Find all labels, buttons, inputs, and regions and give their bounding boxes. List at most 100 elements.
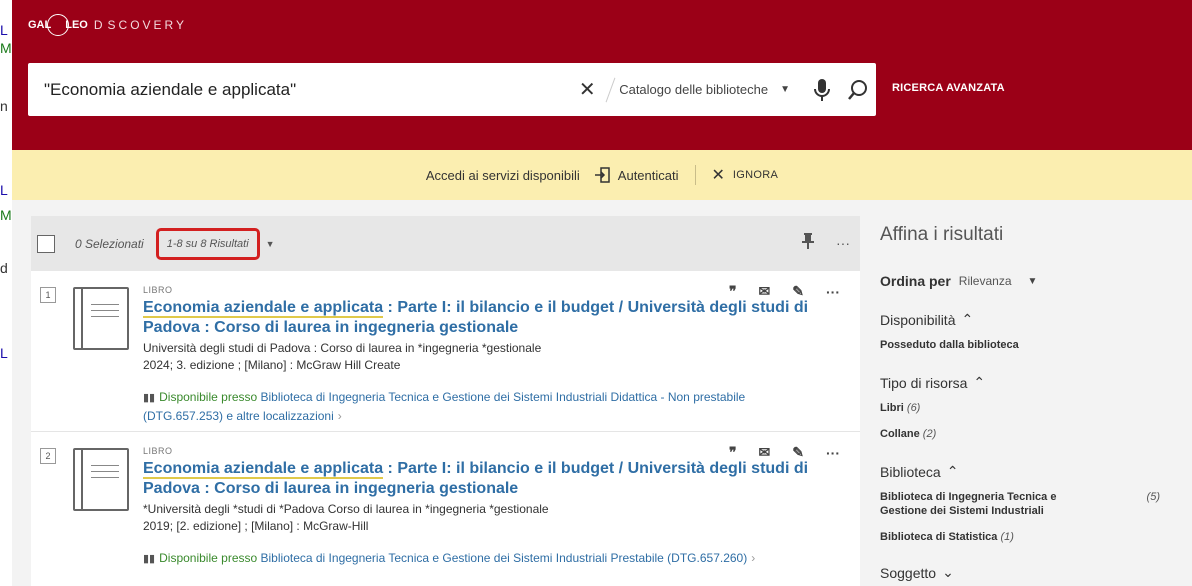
availability-location: Biblioteca di Ingegneria Tecnica e Gesti…	[260, 551, 748, 565]
facet-item[interactable]: Libri (6)	[880, 401, 1180, 415]
book-cover-icon[interactable]	[73, 448, 129, 511]
sort-label: Ordina per	[880, 273, 951, 289]
facet-item-count: (1)	[1000, 531, 1014, 543]
more-options-icon[interactable]: ···	[826, 284, 840, 300]
record-author: Università degli studi di Padova : Corso…	[143, 341, 542, 355]
facet-item-count: (2)	[922, 428, 937, 440]
chevron-down-icon: ▼	[780, 84, 790, 95]
record-title-highlight: Economia aziendale e applicata	[143, 299, 384, 318]
availability-status: Disponibile presso	[159, 551, 258, 565]
facet-library-header[interactable]: Biblioteca ⌃	[880, 463, 1180, 480]
record-author: *Università degli *studi di *Padova Cors…	[143, 502, 549, 516]
pin-icon[interactable]	[802, 233, 814, 252]
record-publication: 2019; [2. edizione] ; [Milano] : McGraw-…	[143, 519, 369, 533]
logo-text-part: D	[93, 18, 106, 32]
dismiss-button[interactable]: ✕ IGNORA	[712, 165, 779, 185]
facet-item[interactable]: Collane (2)	[880, 427, 1180, 441]
record-type: LIBRO	[143, 285, 173, 295]
facet-item[interactable]: Posseduto dalla biblioteca	[880, 338, 1180, 352]
clear-search-icon[interactable]: ✕	[572, 77, 602, 102]
chevron-down-icon: ▼	[1027, 275, 1038, 287]
facet-item[interactable]: Biblioteca di Ingegneria Tecnica e Gesti…	[880, 490, 1160, 518]
facets-title: Affina i risultati	[880, 224, 1004, 245]
more-options-icon[interactable]: ···	[826, 445, 840, 461]
banner-text: Accedi ai servizi disponibili	[425, 167, 580, 183]
selected-count: 0 Selezionati	[75, 236, 144, 251]
facet-item-label: Libri	[880, 402, 904, 414]
sort-value: Rilevanza	[958, 274, 1012, 288]
bleed-char: L	[0, 345, 8, 361]
record-actions: ❞ ✉ ✎ ···	[729, 444, 840, 461]
advanced-search-link[interactable]: RICERCA AVANZATA	[892, 82, 1005, 94]
results-list: 0 Selezionati 1-8 su 8 Risultati ▼ ··· 1…	[31, 216, 860, 586]
result-record: 2 LIBRO Economia aziendale e applicata :…	[31, 432, 860, 586]
header: GAL LEO D SCOVERY ✕ Catalogo delle bibli…	[12, 0, 1192, 150]
chevron-down-icon[interactable]: ▼	[266, 239, 275, 249]
toolbar-actions: ···	[802, 233, 850, 252]
microphone-icon[interactable]	[804, 78, 840, 102]
chevron-up-icon: ⌃	[946, 463, 959, 479]
logo-text-part: LEO	[65, 19, 88, 31]
facet-header-label: Biblioteca	[880, 463, 941, 480]
facet-item-label: Biblioteca di Statistica	[880, 531, 998, 543]
chevron-right-icon: ›	[751, 551, 756, 565]
book-cover-icon[interactable]	[73, 287, 129, 350]
facet-item-label: Collane	[880, 428, 920, 440]
email-icon[interactable]: ✉	[759, 283, 771, 300]
more-options-icon[interactable]: ···	[836, 235, 850, 251]
record-publication: 2024; 3. edizione ; [Milano] : McGraw Hi…	[143, 358, 401, 372]
bleed-char: M	[0, 207, 12, 223]
facets-panel: Affina i risultati Ordina per Rilevanza …	[880, 224, 1180, 581]
record-number: 1	[40, 287, 56, 303]
email-icon[interactable]: ✉	[759, 444, 771, 461]
search-scope-dropdown[interactable]: Catalogo delle biblioteche ▼	[619, 82, 790, 97]
record-title-link[interactable]: Economia aziendale e applicata : Parte I…	[143, 298, 813, 338]
book-open-icon: ▮▮	[143, 553, 156, 565]
close-icon: ✕	[711, 167, 725, 184]
facet-item[interactable]: Biblioteca di Statistica (1)	[880, 530, 1180, 544]
chevron-down-icon: ⌄	[942, 564, 954, 580]
search-input[interactable]	[28, 63, 573, 116]
login-label: Autenticati	[617, 167, 679, 183]
availability-link[interactable]: ▮▮ Disponibile presso Biblioteca di Ingeg…	[143, 549, 813, 568]
facet-header-label: Tipo di risorsa	[880, 374, 968, 391]
facet-subject-header[interactable]: Soggetto ⌄	[880, 564, 1180, 581]
record-title-link[interactable]: Economia aziendale e applicata : Parte I…	[143, 459, 813, 499]
dismiss-label: IGNORA	[732, 169, 779, 181]
chevron-up-icon: ⌃	[961, 311, 974, 327]
bleed-char: L	[0, 22, 8, 38]
login-banner: Accedi ai servizi disponibili Autenticat…	[12, 150, 1192, 200]
logo-text-part: SCOVERY	[107, 18, 187, 32]
banner-divider	[694, 165, 696, 185]
background-page-edge: L M n L M d L	[0, 0, 12, 586]
bleed-char: d	[0, 260, 8, 276]
result-record: 1 LIBRO Economia aziendale e applicata :…	[31, 271, 860, 432]
pin-icon[interactable]: ✎	[792, 444, 804, 461]
record-actions: ❞ ✉ ✎ ···	[729, 283, 840, 300]
galileo-discovery-logo[interactable]: GAL LEO D SCOVERY	[28, 14, 187, 36]
facet-availability-header[interactable]: Disponibilità ⌃	[880, 311, 1180, 328]
facet-type-header[interactable]: Tipo di risorsa ⌃	[880, 374, 1180, 391]
availability-status: Disponibile presso	[159, 390, 258, 404]
record-body: LIBRO Economia aziendale e applicata : P…	[143, 285, 813, 425]
availability-link[interactable]: ▮▮ Disponibile presso Biblioteca di Ingeg…	[143, 388, 813, 425]
facet-item-count: (6)	[906, 402, 921, 414]
sign-in-icon	[594, 167, 610, 183]
sort-control[interactable]: Ordina per Rilevanza ▼	[880, 273, 1180, 289]
citation-icon[interactable]: ❞	[729, 283, 737, 300]
main-content: 0 Selezionati 1-8 su 8 Risultati ▼ ··· 1…	[12, 200, 1192, 586]
search-icon[interactable]	[840, 79, 876, 101]
record-title-highlight: Economia aziendale e applicata	[143, 460, 384, 479]
bleed-char: L	[0, 182, 8, 198]
bleed-char: n	[0, 98, 8, 114]
citation-icon[interactable]: ❞	[729, 444, 737, 461]
record-body: LIBRO Economia aziendale e applicata : P…	[143, 446, 813, 568]
pin-icon[interactable]: ✎	[792, 283, 804, 300]
record-number: 2	[40, 448, 56, 464]
chevron-right-icon: ›	[337, 409, 342, 423]
login-button[interactable]: Autenticati	[594, 167, 679, 183]
search-bar: ✕ Catalogo delle biblioteche ▼	[28, 63, 876, 116]
select-all-checkbox[interactable]	[37, 234, 55, 253]
results-toolbar: 0 Selezionati 1-8 su 8 Risultati ▼ ···	[31, 216, 860, 271]
facet-header-label: Soggetto	[880, 564, 937, 581]
